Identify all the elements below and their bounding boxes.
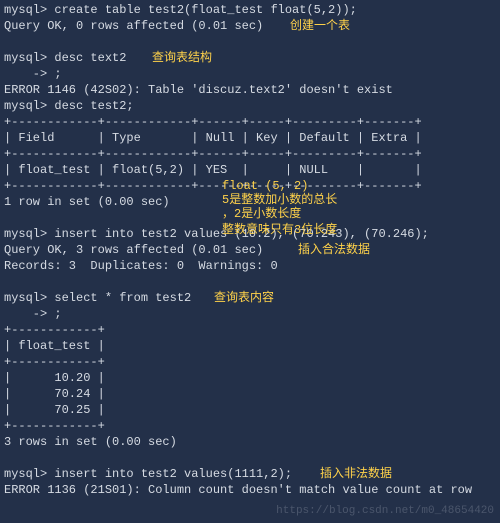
terminal-line: +------------+ [4, 354, 496, 370]
terminal-window[interactable]: mysql> create table test2(float_test flo… [0, 0, 500, 523]
terminal-line: | float_test | float(5,2) | YES | | NULL… [4, 162, 496, 178]
terminal-line: | float_test | [4, 338, 496, 354]
terminal-line [4, 274, 496, 290]
terminal-line: 3 rows in set (0.00 sec) [4, 434, 496, 450]
terminal-line: Records: 3 Duplicates: 0 Warnings: 0 [4, 258, 496, 274]
terminal-line: | 70.24 | [4, 386, 496, 402]
annotation-select: 查询表内容 [214, 290, 274, 306]
terminal-line: +------------+------------+------+-----+… [4, 146, 496, 162]
terminal-line: Query OK, 3 rows affected (0.01 sec) [4, 242, 496, 258]
terminal-line: mysql> desc test2; [4, 98, 496, 114]
terminal-line: +------------+------------+------+-----+… [4, 114, 496, 130]
terminal-line: | Field | Type | Null | Key | Default | … [4, 130, 496, 146]
terminal-line: -> ; [4, 66, 496, 82]
terminal-line [4, 34, 496, 50]
annotation-int-len: 整数意味只有3位长度 [222, 222, 337, 238]
terminal-line [4, 450, 496, 466]
annotation-desc-struct: 查询表结构 [152, 50, 212, 66]
terminal-line: -> ; [4, 306, 496, 322]
terminal-line: | 70.25 | [4, 402, 496, 418]
annotation-float-dec: ，2是小数长度 [222, 206, 301, 222]
terminal-line: +------------+ [4, 322, 496, 338]
terminal-line: | 10.20 | [4, 370, 496, 386]
annotation-insert-invalid: 插入非法数据 [320, 466, 392, 482]
terminal-line: ERROR 1146 (42S02): Table 'discuz.text2'… [4, 82, 496, 98]
watermark: https://blog.csdn.net/m0_48654420 [276, 503, 494, 519]
annotation-insert-valid: 插入合法数据 [298, 242, 370, 258]
terminal-line: Query OK, 0 rows affected (0.01 sec) [4, 18, 496, 34]
terminal-line: mysql> desc text2 [4, 50, 496, 66]
terminal-line: mysql> create table test2(float_test flo… [4, 2, 496, 18]
annotation-create-table: 创建一个表 [290, 18, 350, 34]
terminal-line: ERROR 1136 (21S01): Column count doesn't… [4, 482, 496, 498]
terminal-line: +------------+ [4, 418, 496, 434]
terminal-line: mysql> insert into test2 values(1111,2); [4, 466, 496, 482]
